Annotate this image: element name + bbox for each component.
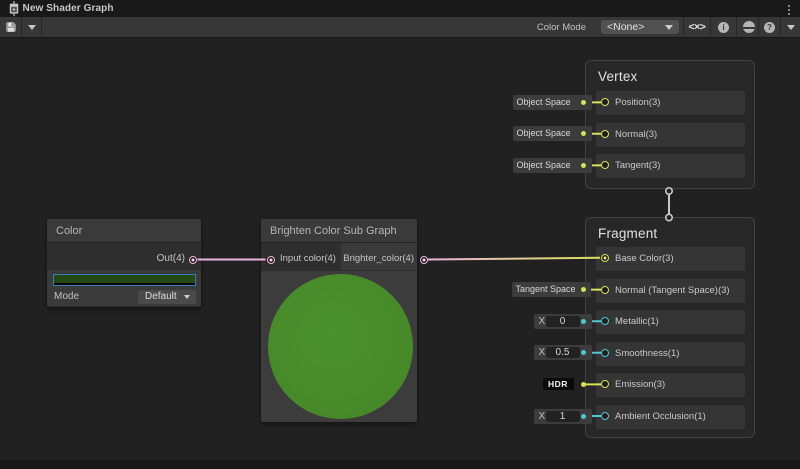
preview-sphere xyxy=(268,274,413,419)
fragment-row-emission: Emission(3) xyxy=(596,373,745,397)
widget-dot xyxy=(581,163,586,168)
fragment-title: Fragment xyxy=(598,226,657,241)
port-label: Base Color(3) xyxy=(615,247,674,271)
vertex-row-tangent: Tangent(3) xyxy=(596,154,745,178)
hdr-color-widget[interactable]: HDR xyxy=(543,378,574,390)
widget-dot xyxy=(581,319,586,324)
port-normal[interactable] xyxy=(601,130,609,138)
widget-dot xyxy=(581,100,586,105)
color-node-output-label: Out(4) xyxy=(47,243,201,270)
port-subgraph-output[interactable] xyxy=(420,256,428,264)
title-bar: New Shader Graph xyxy=(0,0,800,17)
tangent-space-widget[interactable]: Tangent Space xyxy=(512,282,591,297)
help-button[interactable]: ? xyxy=(759,17,780,38)
subgraph-node-title: Brighten Color Sub Graph xyxy=(261,219,417,243)
collapse-toolbar-button[interactable] xyxy=(781,17,800,38)
chevron-down-icon xyxy=(184,295,190,299)
mode-label: Mode xyxy=(54,291,79,302)
vertex-row-normal: Normal(3) xyxy=(596,123,745,147)
shader-graph-asset-icon xyxy=(9,1,19,16)
subgraph-node[interactable]: Brighten Color Sub Graph Input color(4) … xyxy=(261,219,417,422)
wire-subgraph-to-basecolor xyxy=(428,258,600,260)
subgraph-output-label: Brighter_color(4) xyxy=(343,243,414,274)
toolbar-right-group: Color Mode <None> <×> i ? xyxy=(537,17,800,38)
widget-dot xyxy=(581,414,586,419)
kebab-dot xyxy=(788,5,790,7)
color-mode-value: <None> xyxy=(607,21,644,33)
toolbar-separator xyxy=(41,17,42,38)
vertex-context-node[interactable]: Vertex Position(3) Normal(3) Tangent(3) xyxy=(585,60,755,189)
save-button[interactable] xyxy=(0,17,21,38)
window-bottom-edge xyxy=(0,460,800,469)
graph-canvas[interactable]: Color Out(4) Mode Default Brighten Color… xyxy=(0,38,800,469)
vertex-title: Vertex xyxy=(598,69,637,84)
port-label: Position(3) xyxy=(615,91,660,115)
save-icon xyxy=(5,21,17,33)
shader-graph-window: New Shader Graph Color Mode <None> <×> xyxy=(0,0,800,469)
fragment-row-metallic: Metallic(1) xyxy=(596,310,745,334)
port-subgraph-input[interactable] xyxy=(267,256,275,264)
kebab-menu-icon[interactable] xyxy=(787,5,790,15)
port-label: Smoothness(1) xyxy=(615,342,679,366)
subgraph-preview xyxy=(261,271,417,422)
kebab-dot xyxy=(788,9,790,11)
x-label: X xyxy=(539,409,546,424)
sphere-icon xyxy=(743,21,755,33)
kebab-dot xyxy=(788,13,790,15)
color-mode-dropdown[interactable]: <None> xyxy=(601,20,679,34)
subgraph-port-row: Input color(4) Brighter_color(4) xyxy=(261,243,417,270)
x-label: X xyxy=(539,314,546,329)
chevron-down-icon xyxy=(665,25,673,30)
info-icon: i xyxy=(718,22,729,33)
port-smoothness[interactable] xyxy=(601,349,609,357)
save-dropdown-button[interactable] xyxy=(22,17,41,38)
port-label: Normal(3) xyxy=(615,123,657,147)
preview-toggle-button[interactable] xyxy=(737,17,758,38)
fragment-row-normal: Normal (Tangent Space)(3) xyxy=(596,279,745,303)
fragment-row-base-color: Base Color(3) xyxy=(596,247,745,271)
port-label: Normal (Tangent Space)(3) xyxy=(615,279,730,303)
color-swatch[interactable] xyxy=(53,274,196,286)
fragment-row-ambient-occlusion: Ambient Occlusion(1) xyxy=(596,405,745,429)
port-label: Metallic(1) xyxy=(615,310,659,334)
metallic-value-field[interactable]: 0 xyxy=(546,316,580,327)
fragment-context-node[interactable]: Fragment Base Color(3) Normal (Tangent S… xyxy=(585,217,755,439)
port-base-color[interactable] xyxy=(601,254,609,262)
show-generated-code-button[interactable]: <×> xyxy=(684,17,710,38)
color-node[interactable]: Color Out(4) Mode Default xyxy=(47,219,201,307)
port-color-out[interactable] xyxy=(189,256,197,264)
chevron-down-icon xyxy=(787,25,795,30)
x-label: X xyxy=(539,345,546,360)
port-ambient-occlusion[interactable] xyxy=(601,412,609,420)
mode-dropdown[interactable]: Default xyxy=(138,290,196,304)
port-label: Ambient Occlusion(1) xyxy=(615,405,706,429)
smoothness-value-field[interactable]: 0.5 xyxy=(546,347,580,358)
ambient-occlusion-value-field[interactable]: 1 xyxy=(546,411,580,422)
subgraph-input-label: Input color(4) xyxy=(280,243,336,274)
mode-value: Default xyxy=(145,291,177,302)
fragment-row-smoothness: Smoothness(1) xyxy=(596,342,745,366)
widget-dot xyxy=(581,382,586,387)
port-label: Emission(3) xyxy=(615,373,665,397)
color-node-controls: Mode Default xyxy=(47,270,201,306)
chevron-down-icon xyxy=(28,25,36,30)
color-mode-label: Color Mode xyxy=(537,22,586,33)
info-button[interactable]: i xyxy=(711,17,736,38)
help-icon: ? xyxy=(764,22,775,33)
window-title: New Shader Graph xyxy=(23,3,114,14)
port-normal-tangent-space[interactable] xyxy=(601,286,609,294)
vertex-row-position: Position(3) xyxy=(596,91,745,115)
color-node-title: Color xyxy=(47,219,201,243)
toolbar: Color Mode <None> <×> i ? xyxy=(0,17,800,38)
port-label: Tangent(3) xyxy=(615,154,660,178)
